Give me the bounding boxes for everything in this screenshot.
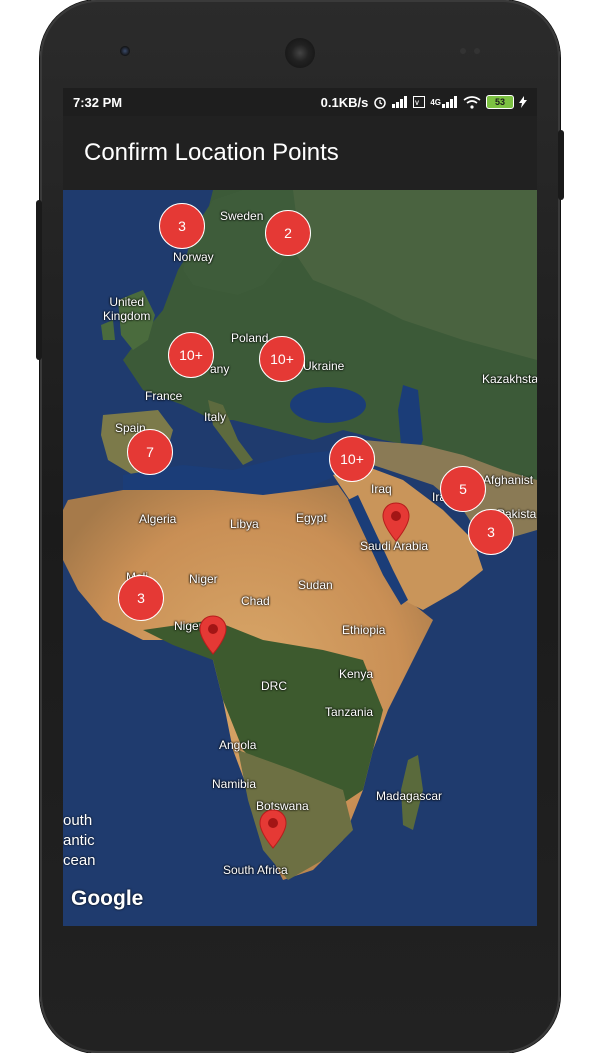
cluster-marker-sweden[interactable]: 2 — [265, 210, 311, 256]
cluster-marker-spain[interactable]: 7 — [127, 429, 173, 475]
map-label-italy: Italy — [204, 410, 227, 424]
ocean-label: outh antic cean — [63, 811, 96, 871]
signal-icon-2 — [442, 96, 457, 108]
map-label-namibia: Namibia — [212, 777, 257, 791]
cluster-marker-germany[interactable]: 10+ — [168, 332, 214, 378]
map-label-ukraine: Ukraine — [303, 359, 345, 373]
map-label-norway: Norway — [173, 250, 214, 264]
signal-icon — [392, 96, 408, 108]
svg-text:V: V — [415, 101, 419, 107]
ocean-label-line-3: cean — [63, 852, 96, 869]
map-label-libya: Libya — [230, 517, 259, 531]
map-label-sweden: Sweden — [220, 209, 264, 223]
map-label-chad: Chad — [241, 594, 270, 608]
map-label-uk: United Kingdom — [103, 295, 151, 323]
map-label-kazakhstan: Kazakhsta — [482, 372, 537, 386]
map-label-poland: Poland — [231, 331, 269, 345]
map-label-iraq: Iraq — [371, 482, 392, 496]
charging-icon — [519, 96, 527, 108]
map-label-sudan: Sudan — [298, 578, 333, 592]
map-label-germany: any — [210, 362, 230, 376]
map-label-ethiopia: Ethiopia — [342, 623, 386, 637]
cluster-marker-ukraine[interactable]: 10+ — [259, 336, 305, 382]
side-button — [36, 200, 42, 360]
map-view[interactable]: Sweden Norway United Kingdom Poland Ukra… — [63, 190, 537, 926]
map-label-afghanistan: Afghanist — [483, 473, 534, 487]
battery-level: 53 — [494, 97, 505, 107]
map-label-algeria: Algeria — [139, 512, 177, 526]
light-sensor — [474, 48, 480, 54]
status-bar: 7:32 PM 0.1KB/s V 4G 53 — [63, 88, 537, 116]
proximity-sensor — [460, 48, 466, 54]
map-label-madagascar: Madagascar — [376, 789, 443, 803]
map-label-angola: Angola — [219, 738, 257, 752]
volte-icon: V — [413, 96, 426, 108]
device-screen: 7:32 PM 0.1KB/s V 4G 53 Confirm Location… — [63, 88, 537, 926]
alarm-icon — [374, 97, 387, 109]
wifi-icon — [463, 95, 481, 109]
app-bar: Confirm Location Points — [63, 116, 537, 190]
map-label-egypt: Egypt — [296, 511, 327, 525]
front-camera — [120, 46, 130, 56]
cluster-marker-mali[interactable]: 3 — [118, 575, 164, 621]
location-pin-marker-south-africa[interactable] — [259, 809, 287, 849]
cluster-marker-iran[interactable]: 5 — [440, 466, 486, 512]
map-label-south-africa: South Africa — [223, 863, 288, 877]
map-label-france: France — [145, 389, 183, 403]
status-icons: 0.1KB/s V 4G 53 — [321, 95, 527, 110]
ocean-label-line-2: antic — [63, 832, 95, 849]
status-time: 7:32 PM — [73, 94, 123, 110]
battery-icon: 53 — [486, 95, 514, 109]
earpiece-speaker — [285, 38, 315, 68]
google-logo: Google — [71, 887, 144, 910]
cluster-marker-pakistan[interactable]: 3 — [468, 509, 514, 555]
map-label-niger: Niger — [189, 572, 218, 586]
location-pin-marker-saudi-arabia[interactable] — [382, 502, 410, 542]
ocean-label-line-1: outh — [63, 812, 93, 829]
location-pin-marker-nigeria[interactable] — [199, 615, 227, 655]
network-type-label: 4G — [430, 97, 441, 107]
cluster-marker-turkey[interactable]: 10+ — [329, 436, 375, 482]
map-label-drc: DRC — [261, 679, 287, 693]
page-title: Confirm Location Points — [84, 139, 339, 166]
cluster-marker-norway[interactable]: 3 — [159, 203, 205, 249]
map-label-tanzania: Tanzania — [325, 705, 374, 719]
power-button — [558, 130, 564, 200]
map-label-kenya: Kenya — [339, 667, 374, 681]
network-speed: 0.1KB/s — [320, 94, 369, 110]
